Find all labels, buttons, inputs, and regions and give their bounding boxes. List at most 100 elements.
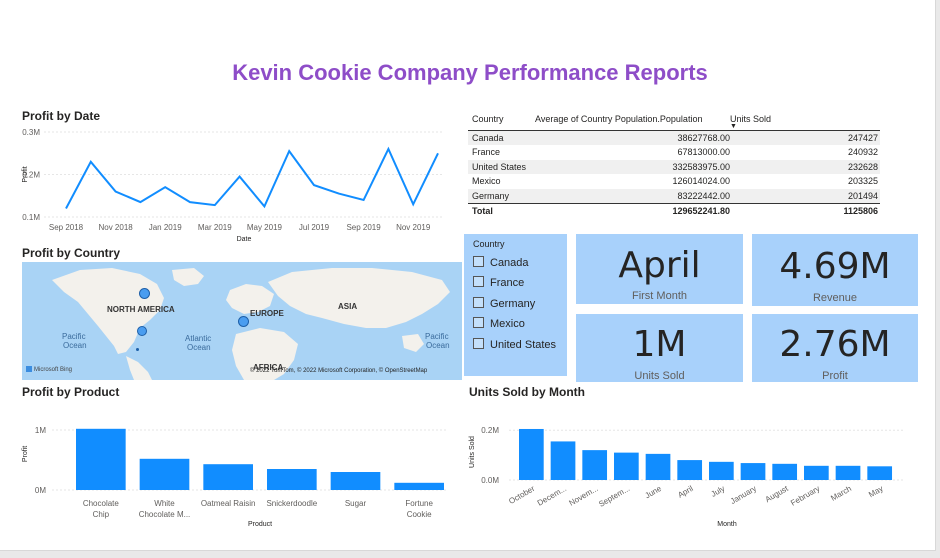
table-cell-units: 203325	[847, 176, 878, 187]
slicer-title: Country	[473, 239, 505, 249]
table-cell-country: Mexico	[472, 176, 501, 187]
month-bar	[677, 460, 703, 480]
table-row[interactable]: Mexico 126014024.00 203325	[468, 174, 880, 188]
checkbox[interactable]	[473, 297, 484, 308]
report-title: Kevin Cookie Company Performance Reports	[232, 60, 708, 85]
table-row[interactable]: France 67813000.00 240932	[468, 145, 880, 159]
data-point	[386, 147, 391, 152]
data-point	[64, 206, 69, 211]
table-cell-population: 126014024.00	[672, 176, 730, 187]
map-label-europe: EUROPE	[250, 309, 284, 318]
month-bar	[550, 441, 576, 480]
checkbox[interactable]	[473, 317, 484, 328]
data-point	[212, 203, 217, 208]
table-row[interactable]: Canada 38627768.00 247427	[468, 131, 880, 146]
month-bar	[709, 461, 734, 480]
profit-by-date-title: Profit by Date	[22, 109, 101, 123]
table-row[interactable]: United States 332583975.00 232628	[468, 159, 880, 175]
month-bar	[740, 463, 766, 480]
x-tick-label: Chocolate M...	[139, 510, 191, 519]
checkbox[interactable]	[473, 256, 484, 267]
x-tick-label: March	[829, 484, 853, 503]
table-cell-population: 83222442.00	[677, 190, 730, 201]
table-header-population[interactable]: Average of Country Population.Population	[535, 114, 702, 124]
card-label: Units Sold	[634, 370, 685, 382]
table-total-label: Total	[472, 205, 493, 216]
x-tick-label: Nov 2018	[98, 223, 133, 232]
x-tick-label: May	[867, 484, 885, 499]
card-first-month[interactable]: April First Month	[576, 234, 743, 304]
x-axis-label: Date	[237, 236, 252, 243]
slicer-option-canada[interactable]: Canada	[473, 256, 529, 269]
month-bar	[867, 466, 893, 480]
data-point	[312, 183, 317, 188]
country-slicer: Country Canada France Germany Mexico Uni…	[464, 234, 567, 376]
windows-icon	[26, 366, 32, 372]
map-bubble-mexico[interactable]	[136, 348, 139, 351]
month-bar	[582, 450, 608, 480]
table-row[interactable]: Germany 83222442.00 201494	[468, 188, 880, 203]
map-label-pacific-right: Pacific	[425, 332, 449, 341]
card-units-sold[interactable]: 1M Units Sold	[576, 314, 743, 382]
y-tick-label: 1M	[35, 426, 46, 435]
map-bubble-united-states[interactable]	[137, 326, 147, 336]
data-point	[411, 202, 416, 207]
sort-descending-icon[interactable]: ▼	[730, 123, 737, 130]
x-tick-label: Snickerdoodle	[266, 499, 317, 508]
slicer-option-label: United States	[490, 339, 557, 351]
slicer-option-france[interactable]: France	[473, 276, 524, 289]
month-bar	[645, 453, 671, 480]
x-tick-label: Chip	[93, 510, 110, 519]
slicer-option-label: Germany	[490, 298, 536, 310]
table-cell-units: 240932	[847, 147, 878, 158]
x-tick-label: Jan 2019	[149, 223, 182, 232]
slicer-option-germany[interactable]: Germany	[473, 297, 535, 310]
slicer-option-label: Mexico	[490, 318, 525, 330]
checkbox[interactable]	[473, 276, 484, 287]
country-table[interactable]: Country Average of Country Population.Po…	[468, 110, 880, 219]
map-label-north-america: NORTH AMERICA	[107, 305, 175, 314]
x-tick-label: Septem...	[597, 484, 631, 509]
units-by-month-chart[interactable]: 0.0M 0.2M October Decem... Novem...Septem...…	[465, 404, 910, 534]
table-cell-units: 247427	[847, 133, 878, 143]
data-point	[138, 200, 143, 205]
profit-by-product-chart[interactable]: 0M 1M Chocolate Chip White Chocolate M... Oatm…	[18, 404, 458, 532]
x-tick-label: June	[643, 484, 663, 501]
data-point	[163, 185, 168, 190]
map-attribution[interactable]: © 2022 TomTom, © 2022 Microsoft Corporat…	[250, 368, 427, 374]
data-point	[262, 204, 267, 209]
table-total-row: Total 129652241.80 1125806	[468, 202, 880, 219]
data-point	[361, 198, 366, 203]
slicer-option-mexico[interactable]: Mexico	[473, 317, 525, 330]
map-bubble-france[interactable]	[238, 316, 249, 327]
y-axis-label: Profit	[22, 446, 29, 462]
table-cell-population: 67813000.00	[677, 147, 730, 158]
x-tick-label: White	[154, 499, 175, 508]
card-profit[interactable]: 2.76M Profit	[752, 314, 918, 382]
slicer-option-label: Canada	[490, 257, 529, 269]
card-label: Revenue	[812, 292, 858, 304]
data-point	[436, 151, 441, 156]
checkbox[interactable]	[473, 338, 484, 349]
table-cell-country: Germany	[472, 190, 510, 201]
x-tick-label: April	[676, 484, 695, 500]
card-revenue[interactable]: 4.69M Revenue	[752, 234, 918, 306]
x-tick-label: Sep 2018	[49, 223, 84, 232]
card-value: 1M	[632, 324, 687, 365]
bing-logo: Microsoft Bing	[26, 366, 72, 373]
slicer-option-united-states[interactable]: United States	[473, 338, 556, 351]
table-header-country[interactable]: Country	[472, 114, 504, 124]
table-cell-units: 201494	[847, 190, 878, 201]
profit-by-date-chart[interactable]: 0.1M0.2M0.3MSep 2018 Nov 2018 Jan 2019 Mar …	[18, 124, 450, 248]
map-bubble-canada[interactable]	[139, 288, 150, 299]
data-point	[113, 189, 118, 194]
slicer-option-label: France	[490, 277, 525, 289]
profit-map[interactable]: NORTH AMERICA EUROPE ASIA Pacific Ocean …	[22, 262, 462, 380]
x-tick-label: Novem...	[567, 484, 599, 508]
x-tick-label: Jul 2019	[299, 223, 330, 232]
month-bar	[519, 428, 544, 480]
card-value: 4.69M	[779, 246, 891, 287]
units-by-month-title: Units Sold by Month	[469, 385, 585, 399]
x-tick-label: Mar 2019	[198, 223, 232, 232]
profit-by-country-title: Profit by Country	[22, 246, 120, 260]
